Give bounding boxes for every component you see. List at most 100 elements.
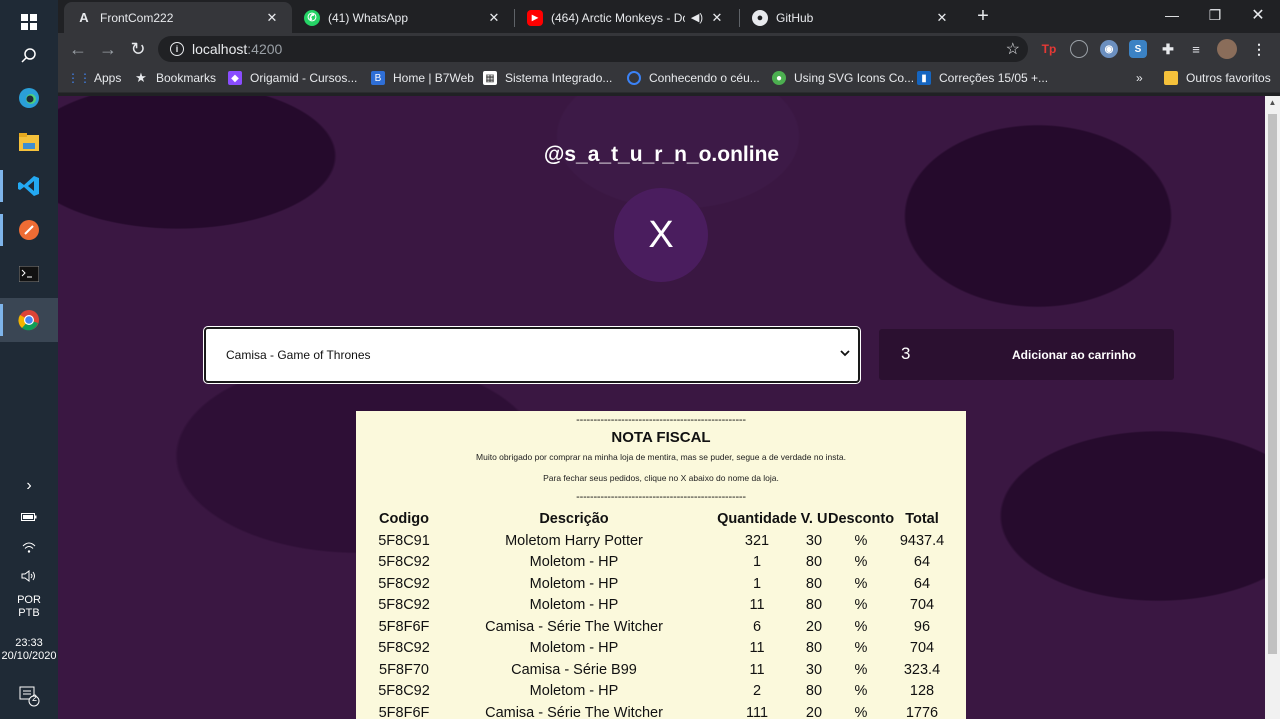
tab-title: (41) WhatsApp [328,10,409,25]
scrollbar-thumb[interactable] [1268,114,1277,654]
profile-avatar[interactable] [1217,39,1237,59]
bookmark-b7web[interactable]: B Home | B7Web [371,71,474,85]
bookmark-label: Bookmarks [156,71,217,85]
bookmark-label: Correções 15/05 +... [939,71,1049,85]
vscode-icon[interactable] [0,164,58,208]
reading-list-icon[interactable]: ≡ [1187,40,1205,58]
chrome-icon[interactable] [0,298,58,342]
cell-valor-unitario: 20 [805,618,823,635]
keyboard-layout: PTB [18,607,40,619]
cell-codigo: 5F8C92 [378,575,430,592]
cell-quantidade: 111 [745,704,769,719]
close-window-icon[interactable]: ✕ [1236,0,1280,30]
more-bookmarks-button[interactable]: » [1136,71,1143,85]
cell-codigo: 5F8F6F [378,618,430,635]
youtube-icon: ▶ [527,9,543,26]
battery-icon[interactable] [0,500,58,534]
scroll-up-icon[interactable]: ▲ [1268,98,1277,107]
receipt-panel: ----------------------------------------… [356,411,966,719]
terminal-icon[interactable] [0,252,58,296]
site-info-icon[interactable]: i [170,42,184,56]
bookmark-label: Conhecendo o céu... [649,71,760,85]
extension-circle-icon[interactable] [1070,40,1088,58]
edge-icon[interactable] [0,76,58,120]
cell-total: 128 [909,683,935,699]
restore-icon[interactable]: ❐ [1193,0,1237,30]
windows-taskbar: › POR PTB 23:33 20/10/2020 2 [0,0,58,719]
notification-center-icon[interactable]: 2 [0,676,58,716]
tab-github[interactable]: ● GitHub ✕ [740,2,962,33]
table-row: 5F8C92 Moletom - HP 1 80% 64 [356,554,966,576]
cell-valor-unitario: 20 [805,704,823,719]
bookmark-label: Home | B7Web [393,71,474,85]
bookmark-star-icon[interactable]: ☆ [1006,39,1020,59]
audio-playing-icon[interactable]: ◀) [691,11,703,24]
tab-whatsapp[interactable]: ✆ (41) WhatsApp ✕ [292,2,514,33]
cell-total: 1776 [905,704,939,719]
cell-total: 64 [913,575,931,592]
close-tab-icon[interactable]: ✕ [486,10,502,26]
translate-extension-icon[interactable]: Tp [1040,40,1058,58]
github-icon: ● [752,9,768,26]
table-row: 5F8F70 Camisa - Série B99 11 30% 323.4 [356,662,966,684]
table-row: 5F8C92 Moletom - HP 11 80% 704 [356,597,966,619]
add-to-cart-button[interactable]: Adicionar ao carrinho [974,329,1174,380]
globe-icon [627,71,641,85]
cell-descricao: Moletom - HP [529,554,619,570]
cell-quantidade: 6 [752,618,762,635]
apps-grid-icon: ⋮⋮ [67,71,91,85]
forward-icon[interactable]: → [96,37,120,61]
receipt-divider: ----------------------------------------… [576,414,746,426]
bookmark-sistema-integrado[interactable]: ▦ Sistema Integrado... [483,71,612,85]
cell-codigo: 5F8C92 [378,597,430,613]
more-menu-icon[interactable]: ⋮ [1250,40,1268,58]
browser-chrome: A FrontCom222 ✕ ✆ (41) WhatsApp ✕ ▶ (464… [58,0,1280,96]
other-favorites-folder[interactable]: Outros favoritos [1164,71,1271,85]
new-tab-icon[interactable]: + [971,4,995,28]
product-select[interactable]: Camisa - Game of Thrones [203,326,861,384]
cell-codigo: 5F8C91 [378,532,430,549]
bookmark-label: Sistema Integrado... [505,71,613,85]
browser-toolbar: ← → ↻ i localhost:4200 ☆ Tp ◉ S ✚ ≡ ⋮ [58,33,1280,65]
cell-quantidade: 321 [744,532,770,549]
extension-owl-icon[interactable]: ◉ [1100,40,1118,58]
close-orders-button[interactable]: X [614,188,708,282]
header-quantidade: Quantidade [717,511,797,527]
quantity-input[interactable]: 3 [901,344,910,364]
bookmark-apps[interactable]: ⋮⋮ Apps [67,71,121,85]
file-explorer-icon[interactable] [0,120,58,164]
cell-valor-unitario: 30 [805,661,823,678]
close-tab-icon[interactable]: ✕ [264,10,280,26]
chevron-down-icon [840,350,850,357]
tab-frontcom[interactable]: A FrontCom222 ✕ [64,2,292,33]
address-bar[interactable]: i localhost:4200 ☆ [158,36,1028,62]
volume-icon[interactable] [0,559,58,593]
bookmark-conhecendo-ceu[interactable]: Conhecendo o céu... [627,71,760,85]
table-row: 5F8F6F Camisa - Série The Witcher 111 20% 17… [356,705,966,719]
reload-icon[interactable]: ↻ [126,37,150,61]
back-icon[interactable]: ← [66,37,90,61]
header-codigo: Codigo [379,511,429,527]
store-name: @s_a_t_u_r_n_o.online [543,143,780,166]
page-content: @s_a_t_u_r_n_o.online X Camisa - Game of… [58,96,1265,719]
bookmark-svg-icons[interactable]: ● Using SVG Icons Co... [772,71,914,85]
postman-icon[interactable] [0,208,58,252]
bookmark-label: Using SVG Icons Co... [794,71,915,85]
bookmark-correcoes[interactable]: ▮ Correções 15/05 +... [917,71,1048,85]
extension-s-icon[interactable]: S [1129,40,1147,58]
whatsapp-icon: ✆ [304,9,320,26]
tab-youtube[interactable]: ▶ (464) Arctic Monkeys - Do I W ◀) ✕ [515,2,737,33]
cell-codigo: 5F8C92 [378,683,430,699]
language-indicator[interactable]: POR PTB [0,594,58,620]
search-icon[interactable] [0,34,58,78]
bookmark-bookmarks[interactable]: ★ Bookmarks [134,70,217,85]
bookmark-origamid[interactable]: ◆ Origamid - Cursos... [228,71,357,85]
table-row: 5F8C92 Moletom - HP 1 80% 64 [356,576,966,598]
clock[interactable]: 23:33 20/10/2020 [0,637,58,663]
close-tab-icon[interactable]: ✕ [934,10,950,26]
minimize-icon[interactable]: — [1150,0,1194,30]
page-scrollbar[interactable]: ▲ [1265,96,1280,719]
cell-descricao: Moletom Harry Potter [505,532,643,549]
close-tab-icon[interactable]: ✕ [709,10,725,26]
extensions-puzzle-icon[interactable]: ✚ [1159,40,1177,58]
